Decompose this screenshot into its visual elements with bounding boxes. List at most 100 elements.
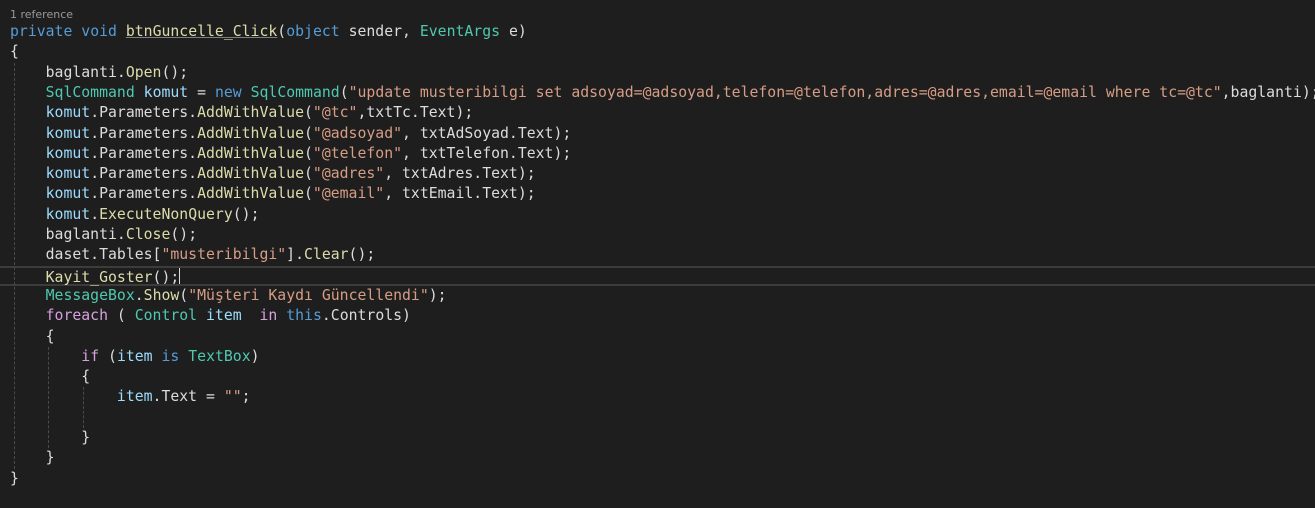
code-token: is — [161, 347, 180, 365]
code-token: .Parameters. — [90, 185, 198, 203]
code-line[interactable]: foreach ( Control item in this.Controls) — [0, 306, 1315, 326]
code-token: ( — [304, 165, 313, 183]
code-line[interactable]: baglanti.Open(); — [0, 63, 1315, 83]
code-token: = — [188, 83, 215, 101]
code-line[interactable] — [0, 408, 1315, 428]
code-line[interactable]: komut.Parameters.AddWithValue("@email", … — [0, 184, 1315, 204]
code-line-text: komut.Parameters.AddWithValue("@adsoyad"… — [10, 124, 572, 144]
code-token: { — [45, 327, 55, 345]
code-line[interactable]: komut.Parameters.AddWithValue("@adsoyad"… — [0, 124, 1315, 144]
code-token: baglanti. — [45, 226, 126, 243]
code-line-text: komut.Parameters.AddWithValue("@tc",txtT… — [10, 103, 474, 123]
code-token: AddWithValue — [197, 124, 304, 142]
code-token: SqlCommand — [45, 83, 135, 101]
code-line[interactable]: item.Text = ""; — [0, 387, 1315, 407]
code-token: (); — [170, 226, 198, 243]
code-token: ( — [277, 23, 287, 40]
code-token: object — [286, 23, 340, 40]
code-token: "musteribilgi" — [161, 246, 287, 264]
indent-guide — [14, 62, 15, 469]
code-token: .Controls) — [321, 307, 411, 325]
code-token: ); — [428, 286, 447, 304]
code-token: komut — [45, 205, 91, 223]
code-token: ExecuteNonQuery — [99, 205, 233, 223]
code-line[interactable]: komut.Parameters.AddWithValue("@telefon"… — [0, 144, 1315, 164]
code-token: ( — [304, 144, 313, 162]
code-line-text: } — [10, 469, 19, 489]
code-token: . — [90, 205, 100, 223]
code-token: komut — [45, 104, 91, 122]
code-line[interactable]: komut.Parameters.AddWithValue("@adres", … — [0, 164, 1315, 184]
code-line[interactable]: } — [0, 469, 1315, 489]
code-line-text: SqlCommand komut = new SqlCommand("updat… — [10, 83, 1315, 103]
code-token: Open — [125, 63, 162, 81]
code-token: , txtTelefon.Text); — [402, 144, 572, 162]
code-token: ( — [304, 104, 313, 122]
code-line[interactable]: SqlCommand komut = new SqlCommand("updat… — [0, 83, 1315, 103]
code-line[interactable]: { — [0, 367, 1315, 387]
code-line[interactable]: { — [0, 42, 1315, 62]
codelens-references[interactable]: 1 reference — [10, 8, 73, 22]
code-line-text: Kayit_Goster(); — [10, 267, 181, 286]
code-token: "@adsoyad" — [312, 124, 403, 142]
code-token: Control — [134, 307, 198, 325]
indent-guide — [48, 346, 49, 449]
code-line-text: komut.Parameters.AddWithValue("@adres", … — [10, 164, 536, 184]
code-token: ,baglanti); — [1221, 83, 1315, 101]
code-line[interactable]: MessageBox.Show("Müşteri Kaydı Güncellen… — [0, 286, 1315, 306]
code-token: AddWithValue — [197, 185, 304, 203]
code-token: Kayit_Goster — [45, 268, 153, 286]
code-token: , txtAdres.Text); — [384, 165, 536, 183]
code-token: foreach — [45, 307, 108, 325]
code-token: this — [286, 307, 322, 325]
code-token: ( — [108, 307, 135, 325]
code-token: ,txtTc.Text); — [357, 104, 474, 122]
code-token: . — [134, 286, 144, 304]
code-token: (); — [152, 268, 180, 286]
indent-guide — [83, 387, 84, 428]
code-line-text: private void btnGuncelle_Click(object se… — [10, 22, 527, 42]
code-line[interactable]: private void btnGuncelle_Click(object se… — [0, 22, 1315, 42]
code-line-text: { — [10, 42, 19, 62]
code-token: ]. — [286, 246, 304, 264]
code-editor[interactable]: 1 reference private void btnGuncelle_Cli… — [0, 0, 1315, 508]
code-line-text: baglanti.Close(); — [10, 225, 197, 245]
code-token: .Parameters. — [90, 144, 198, 162]
code-line[interactable]: baglanti.Close(); — [0, 225, 1315, 245]
code-line[interactable]: } — [0, 448, 1315, 468]
code-token: item — [116, 347, 153, 365]
code-line[interactable]: daset.Tables["musteribilgi"].Clear(); — [0, 245, 1315, 265]
code-line[interactable]: komut.ExecuteNonQuery(); — [0, 205, 1315, 225]
code-token: (); — [348, 246, 376, 264]
code-token: SqlCommand — [250, 83, 340, 101]
code-token: "@telefon" — [312, 144, 403, 162]
code-line[interactable]: if (item is TextBox) — [0, 347, 1315, 367]
code-token: EventArgs — [419, 23, 501, 40]
code-token: in — [259, 307, 278, 325]
code-token: komut — [45, 124, 91, 142]
code-line[interactable]: { — [0, 327, 1315, 347]
code-line-text: } — [10, 428, 90, 448]
code-token: , txtAdSoyad.Text); — [402, 124, 572, 142]
code-token: ( — [339, 83, 349, 101]
code-line-text: baglanti.Open(); — [10, 63, 189, 83]
code-line[interactable]: } — [0, 428, 1315, 448]
code-line[interactable]: komut.Parameters.AddWithValue("@tc",txtT… — [0, 103, 1315, 123]
code-token: .Text = — [152, 388, 224, 406]
code-token: void — [81, 23, 117, 40]
code-line[interactable]: Kayit_Goster(); — [0, 265, 1315, 286]
